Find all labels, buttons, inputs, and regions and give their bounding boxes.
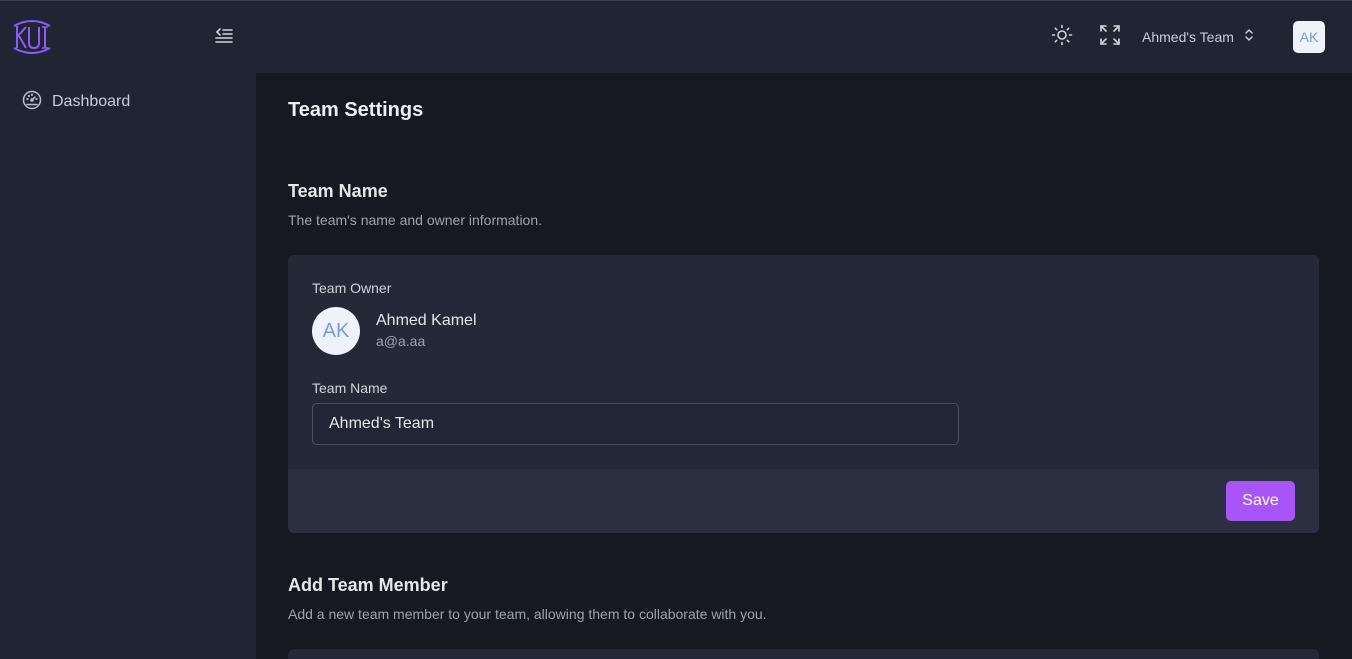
- sidebar: Dashboard: [0, 1, 256, 659]
- sidebar-item-dashboard[interactable]: Dashboard: [14, 87, 242, 117]
- sidebar-collapse-button[interactable]: [212, 26, 236, 50]
- owner-name: Ahmed Kamel: [376, 312, 477, 329]
- main-content: Team Settings Team Name The team's name …: [256, 73, 1352, 659]
- team-name-card: Team Owner AK Ahmed Kamel a@a.aa Team Na…: [288, 255, 1319, 533]
- team-switcher-label: Ahmed's Team: [1142, 29, 1234, 45]
- app-root: Dashboard Ahmed's Team AK Team Settings …: [0, 0, 1352, 659]
- team-name-section-description: The team's name and owner information.: [288, 212, 543, 228]
- add-member-section-title: Add Team Member: [288, 575, 448, 595]
- theme-toggle-button[interactable]: [1050, 24, 1074, 51]
- add-member-section-description: Add a new team member to your team, allo…: [288, 606, 767, 622]
- user-avatar[interactable]: AK: [1293, 21, 1325, 53]
- chevron-up-down-icon: [1244, 28, 1254, 47]
- fullscreen-icon: [1099, 24, 1121, 51]
- fullscreen-button[interactable]: [1098, 24, 1122, 51]
- indent-decrease-icon: [214, 26, 234, 51]
- team-name-input[interactable]: [312, 403, 959, 445]
- save-button[interactable]: Save: [1226, 481, 1295, 521]
- owner-email: a@a.aa: [376, 333, 426, 349]
- team-name-section-title: Team Name: [288, 181, 388, 201]
- team-name-label: Team Name: [312, 380, 388, 396]
- sun-icon: [1051, 24, 1073, 51]
- kui-logo[interactable]: [10, 18, 54, 56]
- add-member-card: [288, 649, 1319, 659]
- team-owner-label: Team Owner: [312, 280, 392, 296]
- gauge-icon: [22, 90, 42, 115]
- sidebar-item-label: Dashboard: [52, 93, 131, 110]
- page-title: Team Settings: [288, 99, 424, 121]
- top-header: Ahmed's Team AK: [256, 1, 1352, 73]
- team-switcher[interactable]: Ahmed's Team: [1142, 23, 1254, 51]
- card-footer: Save: [288, 469, 1319, 533]
- owner-avatar: AK: [312, 307, 360, 355]
